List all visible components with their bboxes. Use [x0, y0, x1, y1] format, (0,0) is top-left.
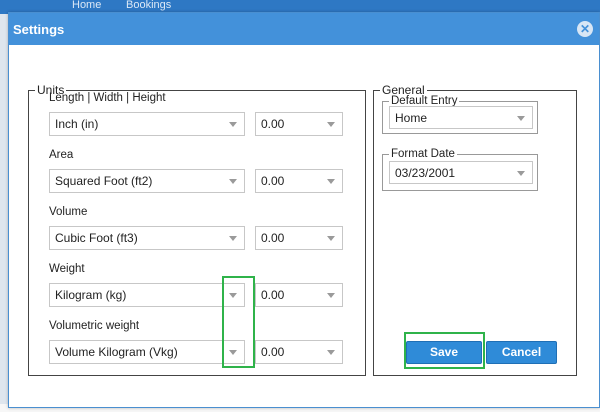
default-entry-value: Home — [395, 111, 428, 125]
length-precision-value: 0.00 — [261, 117, 285, 131]
chevron-down-icon — [517, 171, 525, 176]
length-unit-value: Inch (in) — [55, 117, 99, 131]
volume-unit-select[interactable]: Cubic Foot (ft3) — [49, 226, 245, 250]
chevron-down-icon — [327, 350, 335, 355]
volume-unit-value: Cubic Foot (ft3) — [55, 231, 138, 245]
volume-label: Volume — [49, 206, 88, 218]
weight-precision-value: 0.00 — [261, 288, 285, 302]
chevron-down-icon — [517, 116, 525, 121]
volumetric-weight-unit-value: Volume Kilogram (Vkg) — [55, 345, 178, 359]
dialog-body: Units Length | Width | Height Inch (in) … — [9, 45, 599, 407]
chevron-down-icon — [327, 293, 335, 298]
highlight-box — [222, 276, 255, 368]
area-label: Area — [49, 149, 74, 161]
area-precision-select[interactable]: 0.00 — [255, 169, 343, 193]
weight-precision-select[interactable]: 0.00 — [255, 283, 343, 307]
chevron-down-icon — [229, 236, 237, 241]
settings-dialog: Settings ✕ Units Length | Width | Height… — [8, 12, 600, 408]
area-unit-select[interactable]: Squared Foot (ft2) — [49, 169, 245, 193]
format-date-legend: Format Date — [391, 148, 455, 160]
volume-precision-select[interactable]: 0.00 — [255, 226, 343, 250]
weight-unit-select[interactable]: Kilogram (kg) — [49, 283, 245, 307]
chevron-down-icon — [327, 179, 335, 184]
highlight-box — [404, 332, 485, 369]
default-entry-select[interactable]: Home — [389, 106, 533, 129]
chevron-down-icon — [229, 179, 237, 184]
area-unit-value: Squared Foot (ft2) — [55, 174, 153, 188]
volumetric-weight-label: Volumetric weight — [49, 320, 140, 332]
format-date-value: 03/23/2001 — [395, 166, 456, 180]
volumetric-weight-precision-value: 0.00 — [261, 345, 285, 359]
cancel-button[interactable]: Cancel — [486, 341, 557, 364]
chevron-down-icon — [229, 122, 237, 127]
close-icon[interactable]: ✕ — [577, 21, 593, 37]
length-precision-select[interactable]: 0.00 — [255, 112, 343, 136]
length-unit-select[interactable]: Inch (in) — [49, 112, 245, 136]
length-label: Length | Width | Height — [49, 92, 166, 104]
chevron-down-icon — [327, 236, 335, 241]
nav-tab-bookings[interactable]: Bookings — [120, 0, 177, 12]
volumetric-weight-precision-select[interactable]: 0.00 — [255, 340, 343, 364]
dialog-title: Settings — [13, 22, 65, 37]
volume-precision-value: 0.00 — [261, 231, 285, 245]
format-date-select[interactable]: 03/23/2001 — [389, 161, 533, 184]
nav-tab-home[interactable]: Home — [66, 0, 107, 12]
volumetric-weight-unit-select[interactable]: Volume Kilogram (Vkg) — [49, 340, 245, 364]
background-strip — [0, 14, 8, 412]
dialog-header: Settings ✕ — [9, 13, 599, 45]
weight-unit-value: Kilogram (kg) — [55, 288, 127, 302]
area-precision-value: 0.00 — [261, 174, 285, 188]
weight-label: Weight — [49, 263, 85, 275]
chevron-down-icon — [327, 122, 335, 127]
